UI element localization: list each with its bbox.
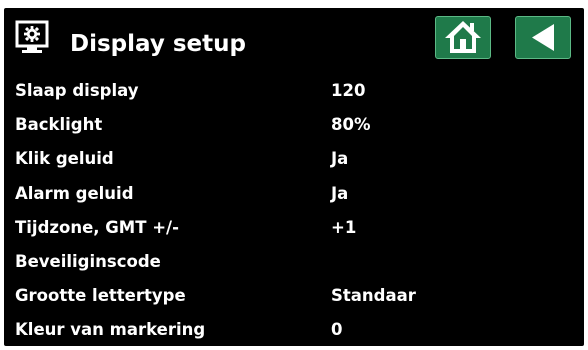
setting-row-alarm-geluid[interactable]: Alarm geluid Ja [4,179,584,213]
setting-value: 120 [331,81,366,100]
setting-value: Ja [331,183,349,203]
setting-value: Ja [331,149,349,169]
setting-value: 80% [331,115,371,135]
setting-label: Grootte lettertype [15,286,186,306]
setting-row-beveiliginscode[interactable]: Beveiliginscode [4,247,584,281]
setting-row-klik-geluid[interactable]: Klik geluid Ja [4,144,584,178]
monitor-gear-icon [15,20,49,53]
header: Display setup [4,8,584,70]
setting-label: Tijdzone, GMT +/- [15,217,179,237]
back-arrow-icon [532,24,554,51]
setting-label: Beveiliginscode [15,251,161,271]
setting-row-grootte-lettertype[interactable]: Grootte lettertype Standaar [4,281,584,315]
back-button[interactable] [515,16,571,59]
display-setup-screen: Display setup Slaap display 120 Backligh… [4,8,584,346]
setting-label: Kleur van markering [15,320,206,340]
setting-label: Slaap display [15,81,139,100]
page-title: Display setup [70,31,246,57]
setting-value: 0 [331,320,343,340]
home-icon [445,21,481,53]
home-button[interactable] [435,16,491,59]
setting-row-tijdzone[interactable]: Tijdzone, GMT +/- +1 [4,213,584,247]
setting-label: Klik geluid [15,149,114,169]
setting-value: +1 [331,217,357,237]
settings-list: Slaap display 120 Backlight 80% Klik gel… [4,76,584,350]
setting-label: Alarm geluid [15,183,134,203]
setting-value: Standaar [331,286,416,306]
setting-row-slaap-display[interactable]: Slaap display 120 [4,76,584,110]
setting-row-backlight[interactable]: Backlight 80% [4,110,584,144]
setting-label: Backlight [15,115,103,135]
setting-row-kleur-van-markering[interactable]: Kleur van markering 0 [4,315,584,349]
